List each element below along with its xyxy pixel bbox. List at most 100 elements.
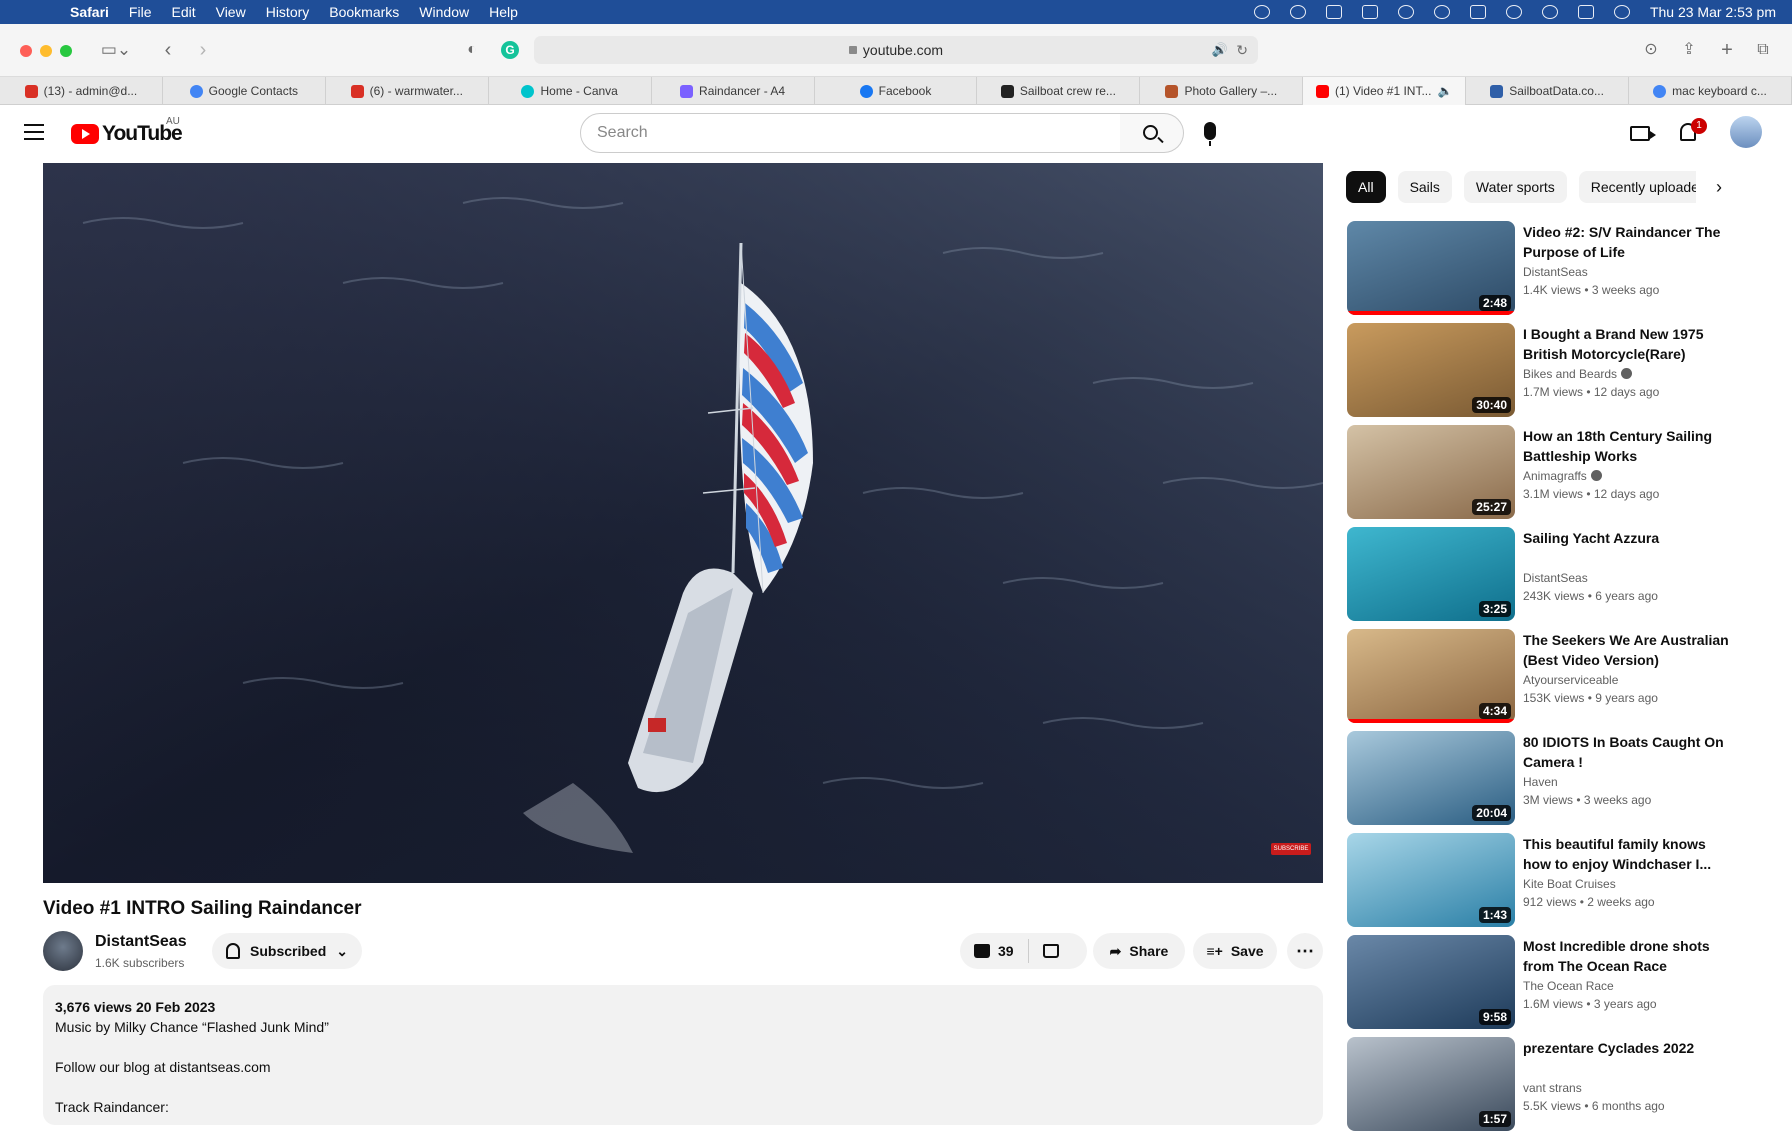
wifi-icon[interactable]: [1397, 5, 1414, 19]
recommendation-channel[interactable]: Kite Boat Cruises: [1523, 877, 1616, 891]
dislike-button[interactable]: [1029, 933, 1073, 969]
spotlight-search-icon[interactable]: [1541, 5, 1558, 19]
chip-sails[interactable]: Sails: [1397, 171, 1452, 203]
chevron-right-icon[interactable]: ›: [1716, 177, 1722, 198]
time-machine-icon[interactable]: [1505, 5, 1522, 19]
recommendation-item[interactable]: 2:48 Video #2: S/V Raindancer The Purpose…: [1347, 221, 1767, 315]
recommendation-item[interactable]: 30:40 I Bought a Brand New 1975 British M…: [1347, 323, 1767, 417]
chip-recently-uploaded[interactable]: Recently uploaded: [1578, 171, 1696, 203]
recommendation-title[interactable]: How an 18th Century Sailing Battleship W…: [1523, 426, 1737, 466]
recommendation-title[interactable]: 80 IDIOTS In Boats Caught On Camera !: [1523, 732, 1737, 772]
tab-youtube-active[interactable]: (1) Video #1 INT... 🔈: [1303, 77, 1467, 105]
tab-sailboat-crew[interactable]: Sailboat crew re...: [977, 77, 1141, 105]
create-video-icon[interactable]: [1630, 126, 1656, 141]
downloads-icon[interactable]: ⊙: [1640, 38, 1662, 62]
fullscreen-window-button[interactable]: [60, 45, 72, 57]
tab-overview-icon[interactable]: ⧉: [1752, 38, 1774, 62]
recommendation-item[interactable]: 20:04 80 IDIOTS In Boats Caught On Camera…: [1347, 731, 1767, 825]
menu-edit[interactable]: Edit: [171, 4, 195, 20]
account-avatar[interactable]: [1730, 116, 1762, 148]
forward-icon[interactable]: ›: [193, 38, 213, 62]
video-thumbnail[interactable]: 2:48: [1347, 221, 1515, 315]
grammarly-extension-icon[interactable]: G: [501, 41, 519, 59]
recommendation-title[interactable]: The Seekers We Are Australian (Best Vide…: [1523, 630, 1737, 670]
tab-canva[interactable]: Home - Canva: [489, 77, 652, 105]
tab-audio-icon[interactable]: 🔈: [1437, 84, 1452, 98]
recommendation-title[interactable]: Sailing Yacht Azzura: [1523, 528, 1737, 548]
recommendation-item[interactable]: 4:34 The Seekers We Are Australian (Best …: [1347, 629, 1767, 723]
control-center-icon[interactable]: [1577, 5, 1594, 19]
tab-google-contacts[interactable]: Google Contacts: [163, 77, 326, 105]
media-play-icon[interactable]: [1289, 5, 1306, 19]
user-icon[interactable]: [1433, 5, 1450, 19]
recommendation-title[interactable]: This beautiful family knows how to enjoy…: [1523, 834, 1737, 874]
tab-facebook[interactable]: Facebook: [815, 77, 978, 105]
video-thumbnail[interactable]: 20:04: [1347, 731, 1515, 825]
recommendation-channel[interactable]: Haven: [1523, 775, 1558, 789]
menu-window[interactable]: Window: [419, 4, 469, 20]
new-tab-icon[interactable]: +: [1716, 38, 1738, 62]
menu-file[interactable]: File: [129, 4, 152, 20]
recommendation-channel[interactable]: vant strans: [1523, 1081, 1582, 1095]
share-page-icon[interactable]: ⇪: [1678, 38, 1700, 62]
recommendation-channel[interactable]: DistantSeas: [1523, 571, 1588, 585]
tab-photo-gallery[interactable]: Photo Gallery –...: [1140, 77, 1304, 105]
more-actions-button[interactable]: ⋯: [1287, 933, 1323, 969]
voice-search-mic-icon[interactable]: [1204, 122, 1216, 146]
video-thumbnail[interactable]: 25:27: [1347, 425, 1515, 519]
channel-name[interactable]: DistantSeas: [95, 933, 187, 951]
video-thumbnail[interactable]: 3:25: [1347, 527, 1515, 621]
privacy-shield-icon[interactable]: ◐: [462, 38, 482, 62]
video-player[interactable]: SUBSCRIBE: [43, 163, 1323, 883]
tab-raindancer-a4[interactable]: Raindancer - A4: [652, 77, 815, 105]
hamburger-menu-icon[interactable]: [24, 124, 44, 140]
recommendation-title[interactable]: I Bought a Brand New 1975 British Motorc…: [1523, 324, 1737, 364]
recommendation-title[interactable]: Most Incredible drone shots from The Oce…: [1523, 936, 1737, 976]
save-button[interactable]: ≡+ Save: [1193, 933, 1277, 969]
tab-gmail-warmwater[interactable]: (6) - warmwater...: [326, 77, 489, 105]
tab-mac-keyboard[interactable]: mac keyboard c...: [1629, 77, 1792, 105]
reload-icon[interactable]: ↻: [1236, 36, 1248, 64]
menu-view[interactable]: View: [216, 4, 246, 20]
recommendation-item[interactable]: 1:57 prezentare Cyclades 2022 vant strans 5…: [1347, 1037, 1767, 1131]
like-button[interactable]: 39: [960, 933, 1028, 969]
recommendation-item[interactable]: 1:43 This beautiful family knows how to e…: [1347, 833, 1767, 927]
recommendation-item[interactable]: 3:25 Sailing Yacht Azzura DistantSeas 243K …: [1347, 527, 1767, 621]
recommendation-title[interactable]: prezentare Cyclades 2022: [1523, 1038, 1737, 1058]
channel-avatar[interactable]: [43, 931, 83, 971]
recommendation-channel[interactable]: DistantSeas: [1523, 265, 1588, 279]
recommendation-channel[interactable]: Animagraffs: [1523, 469, 1602, 483]
tab-sailboatdata[interactable]: SailboatData.co...: [1466, 77, 1630, 105]
menu-bookmarks[interactable]: Bookmarks: [329, 4, 399, 20]
recommendation-channel[interactable]: Atyourserviceable: [1523, 673, 1618, 687]
grammarly-status-icon[interactable]: [1253, 5, 1270, 19]
video-thumbnail[interactable]: 4:34: [1347, 629, 1515, 723]
recommendation-item[interactable]: 25:27 How an 18th Century Sailing Battles…: [1347, 425, 1767, 519]
keyboard-icon[interactable]: [1469, 5, 1486, 19]
recommendation-item[interactable]: 9:58 Most Incredible drone shots from The…: [1347, 935, 1767, 1029]
menu-help[interactable]: Help: [489, 4, 518, 20]
bluetooth-icon[interactable]: [1325, 5, 1342, 19]
search-input[interactable]: Search: [580, 113, 1121, 153]
menubar-clock[interactable]: Thu 23 Mar 2:53 pm: [1650, 4, 1776, 20]
recommendation-channel[interactable]: Bikes and Beards: [1523, 367, 1633, 381]
subscribe-watermark[interactable]: SUBSCRIBE: [1271, 843, 1311, 855]
recommendation-title[interactable]: Video #2: S/V Raindancer The Purpose of …: [1523, 222, 1737, 262]
video-thumbnail[interactable]: 1:43: [1347, 833, 1515, 927]
video-thumbnail[interactable]: 9:58: [1347, 935, 1515, 1029]
tab-gmail-admin[interactable]: (13) - admin@d...: [0, 77, 163, 105]
back-icon[interactable]: ‹: [158, 38, 178, 62]
search-button[interactable]: [1120, 113, 1184, 153]
video-thumbnail[interactable]: 30:40: [1347, 323, 1515, 417]
audio-playing-icon[interactable]: 🔊: [1212, 36, 1228, 64]
subscribed-button[interactable]: Subscribed ⌄: [212, 933, 362, 969]
recommendation-channel[interactable]: The Ocean Race: [1523, 979, 1614, 993]
minimize-window-button[interactable]: [40, 45, 52, 57]
description-box[interactable]: 3,676 views 20 Feb 2023 Music by Milky C…: [43, 985, 1323, 1125]
chip-water-sports[interactable]: Water sports: [1463, 171, 1567, 203]
menu-history[interactable]: History: [266, 4, 310, 20]
menu-safari[interactable]: Safari: [70, 4, 109, 20]
share-button[interactable]: ➦ Share: [1093, 933, 1185, 969]
sidebar-toggle-icon[interactable]: ▭⌄: [98, 38, 134, 62]
siri-icon[interactable]: [1613, 5, 1630, 19]
